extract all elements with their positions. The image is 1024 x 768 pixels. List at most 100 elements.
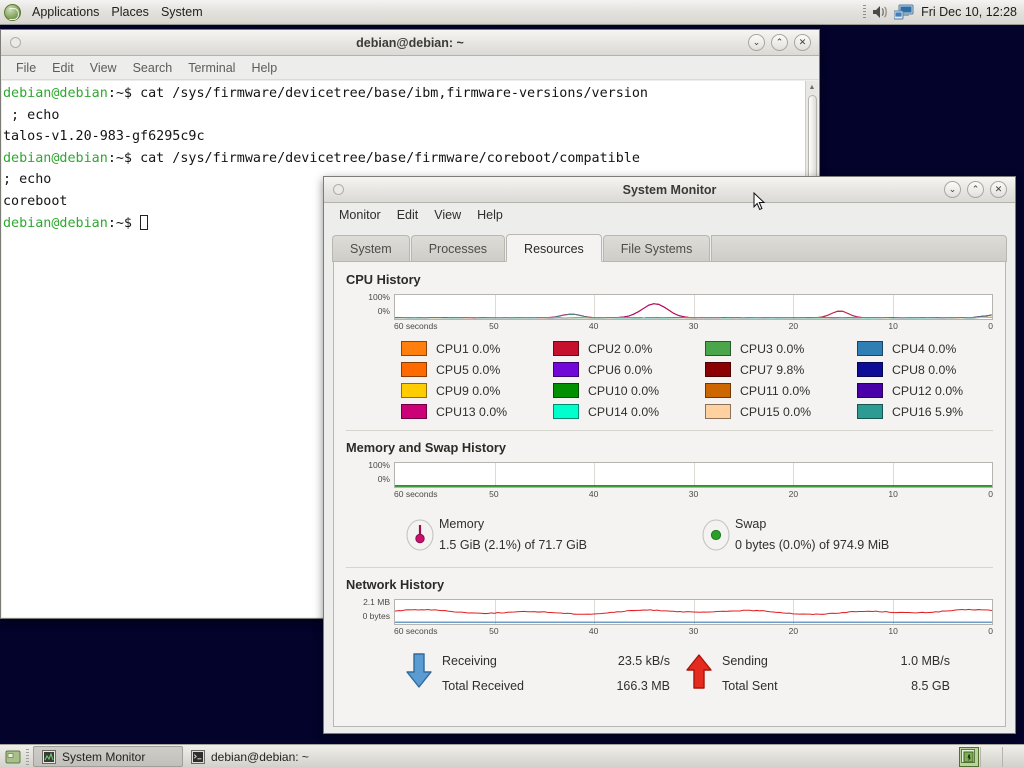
terminal-icon (191, 750, 205, 764)
task-button-terminal[interactable]: debian@debian: ~ (183, 746, 333, 767)
cpu-color-swatch[interactable] (705, 404, 731, 419)
window-menu-icon[interactable] (10, 37, 21, 48)
cpu-legend-item-cpu14[interactable]: CPU14 0.0% (553, 404, 705, 419)
cpu-color-swatch[interactable] (401, 362, 427, 377)
minimize-icon[interactable]: ⌄ (944, 181, 961, 198)
cpu-legend-item-cpu15[interactable]: CPU15 0.0% (705, 404, 857, 419)
cpu-color-swatch[interactable] (705, 362, 731, 377)
cpu-legend-item-cpu10[interactable]: CPU10 0.0% (553, 383, 705, 398)
task-button-system-monitor[interactable]: System Monitor (33, 746, 183, 767)
axis-tick-label: 40 (589, 321, 598, 331)
tray-handle[interactable] (863, 5, 866, 20)
axis-tick-label: 20 (789, 626, 798, 636)
cpu-color-swatch[interactable] (857, 362, 883, 377)
cpu-legend-item-cpu16[interactable]: CPU16 5.9% (857, 404, 1006, 419)
cpu-color-swatch[interactable] (857, 383, 883, 398)
menu-edit[interactable]: Edit (45, 59, 81, 77)
receiving-label: Receiving (442, 649, 570, 674)
menu-help[interactable]: Help (470, 206, 510, 224)
cpu-legend-item-cpu9[interactable]: CPU9 0.0% (401, 383, 553, 398)
memory-value: 1.5 GiB (2.1%) of 71.7 GiB (439, 535, 587, 556)
menu-system[interactable]: System (155, 3, 209, 21)
minimize-icon[interactable]: ⌄ (748, 34, 765, 51)
menu-monitor[interactable]: Monitor (332, 206, 388, 224)
menu-view[interactable]: View (427, 206, 468, 224)
taskbar-handle[interactable] (26, 749, 29, 765)
cpu-trace-cpu3 (395, 311, 992, 318)
cpu-legend-item-cpu1[interactable]: CPU1 0.0% (401, 341, 553, 356)
cpu-legend-item-cpu6[interactable]: CPU6 0.0% (553, 362, 705, 377)
cpu-legend-item-cpu13[interactable]: CPU13 0.0% (401, 404, 553, 419)
terminal-titlebar[interactable]: debian@debian: ~ ⌄ ⌃ ✕ (1, 30, 819, 56)
maximize-icon[interactable]: ⌃ (771, 34, 788, 51)
cpu-legend-label: CPU11 0.0% (740, 384, 810, 398)
cpu-legend-label: CPU2 0.0% (588, 342, 652, 356)
cpu-color-swatch[interactable] (553, 404, 579, 419)
cpu-color-swatch[interactable] (401, 383, 427, 398)
system-monitor-icon (42, 750, 56, 764)
cpu-legend-item-cpu4[interactable]: CPU4 0.0% (857, 341, 1006, 356)
sysmon-menubar: Monitor Edit View Help (324, 203, 1015, 227)
cpu-legend-label: CPU12 0.0% (892, 384, 963, 398)
maximize-icon[interactable]: ⌃ (967, 181, 984, 198)
cpu-legend-item-cpu7[interactable]: CPU7 9.8% (705, 362, 857, 377)
cpu-color-swatch[interactable] (857, 341, 883, 356)
menu-terminal[interactable]: Terminal (181, 59, 242, 77)
axis-tick-label: 0 (988, 626, 993, 636)
network-x-axis: 60 seconds50403020100 (394, 625, 993, 638)
window-menu-icon[interactable] (333, 184, 344, 195)
close-icon[interactable]: ✕ (990, 181, 1007, 198)
speaker-volume-icon[interactable] (871, 4, 889, 20)
show-desktop-icon[interactable] (3, 747, 23, 767)
swap-readout: Swap 0 bytes (0.0%) of 974.9 MiB (697, 514, 993, 556)
cpu-legend-item-cpu5[interactable]: CPU5 0.0% (401, 362, 553, 377)
system-monitor-window[interactable]: System Monitor ⌄ ⌃ ✕ Monitor Edit View H… (323, 176, 1016, 734)
cpu-color-swatch[interactable] (401, 404, 427, 419)
cpu-legend-item-cpu2[interactable]: CPU2 0.0% (553, 341, 705, 356)
terminal-command: cat /sys/firmware/devicetree/base/ibm,fi… (140, 86, 648, 101)
swap-text: Swap 0 bytes (0.0%) of 974.9 MiB (735, 514, 889, 556)
menu-file[interactable]: File (9, 59, 43, 77)
total-received-value: 166.3 MB (570, 674, 670, 699)
receiving-labels: Receiving Total Received (442, 649, 570, 699)
cpu-color-swatch[interactable] (857, 404, 883, 419)
tab-system[interactable]: System (332, 235, 410, 261)
axis-tick-label: 10 (888, 626, 897, 636)
close-icon[interactable]: ✕ (794, 34, 811, 51)
memory-history-title: Memory and Swap History (346, 440, 993, 455)
network-history-title: Network History (346, 577, 993, 592)
cpu-color-swatch[interactable] (553, 383, 579, 398)
memory-x-axis: 60 seconds50403020100 (394, 488, 993, 501)
cpu-color-swatch[interactable] (705, 341, 731, 356)
workspace-switcher-icon[interactable] (958, 746, 980, 768)
cpu-legend-item-cpu8[interactable]: CPU8 0.0% (857, 362, 1006, 377)
menu-places[interactable]: Places (105, 3, 155, 21)
sending-value: 1.0 MB/s (850, 649, 950, 674)
menu-help[interactable]: Help (244, 59, 284, 77)
cpu-y-top: 100% (368, 292, 390, 302)
menu-search[interactable]: Search (126, 59, 180, 77)
cpu-color-swatch[interactable] (705, 383, 731, 398)
network-y-top: 2.1 MB (363, 597, 390, 607)
menu-view[interactable]: View (83, 59, 124, 77)
cpu-legend-label: CPU6 0.0% (588, 363, 652, 377)
tabstrip-filler (711, 235, 1007, 261)
top-panel: Applications Places System (0, 0, 1024, 25)
scroll-up-icon[interactable]: ▲ (806, 81, 818, 93)
tab-resources[interactable]: Resources (506, 234, 602, 262)
tab-file-systems[interactable]: File Systems (603, 235, 711, 261)
cpu-legend-item-cpu11[interactable]: CPU11 0.0% (705, 383, 857, 398)
tab-processes[interactable]: Processes (411, 235, 505, 261)
cpu-color-swatch[interactable] (553, 362, 579, 377)
cpu-legend-item-cpu3[interactable]: CPU3 0.0% (705, 341, 857, 356)
cpu-color-swatch[interactable] (553, 341, 579, 356)
network-monitor-icon[interactable] (894, 4, 914, 20)
cpu-legend-item-cpu12[interactable]: CPU12 0.0% (857, 383, 1006, 398)
debian-swirl-icon[interactable] (4, 4, 21, 21)
axis-tick-label: 0 (988, 489, 993, 499)
menu-applications[interactable]: Applications (26, 3, 105, 21)
menu-edit[interactable]: Edit (390, 206, 426, 224)
sysmon-titlebar[interactable]: System Monitor ⌄ ⌃ ✕ (324, 177, 1015, 203)
panel-clock[interactable]: Fri Dec 10, 12:28 (919, 5, 1017, 19)
cpu-color-swatch[interactable] (401, 341, 427, 356)
